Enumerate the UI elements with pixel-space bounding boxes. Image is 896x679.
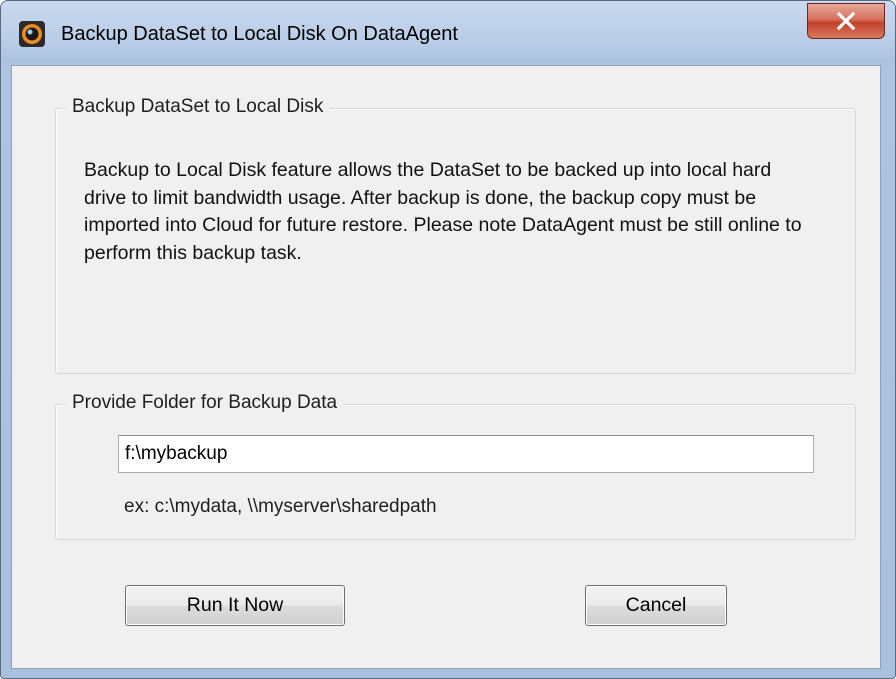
run-it-now-button[interactable]: Run It Now <box>125 585 345 626</box>
backup-folder-input[interactable] <box>118 435 814 473</box>
backup-info-group-label: Backup DataSet to Local Disk <box>66 96 330 118</box>
cancel-button[interactable]: Cancel <box>585 585 727 626</box>
window-title: Backup DataSet to Local Disk On DataAgen… <box>61 23 458 45</box>
close-button[interactable] <box>807 3 885 39</box>
app-logo-icon <box>19 21 45 47</box>
close-icon <box>836 12 856 30</box>
dialog-body: Backup DataSet to Local Disk Backup to L… <box>11 65 881 669</box>
title-bar[interactable]: Backup DataSet to Local Disk On DataAgen… <box>1 1 895 57</box>
feature-description: Backup to Local Disk feature allows the … <box>84 159 802 264</box>
folder-example-hint: ex: c:\mydata, \\myserver\sharedpath <box>124 496 437 517</box>
dialog-window: Backup DataSet to Local Disk On DataAgen… <box>0 0 896 679</box>
backup-info-group: Backup DataSet to Local Disk Backup to L… <box>55 96 856 374</box>
backup-folder-group-label: Provide Folder for Backup Data <box>66 392 344 414</box>
